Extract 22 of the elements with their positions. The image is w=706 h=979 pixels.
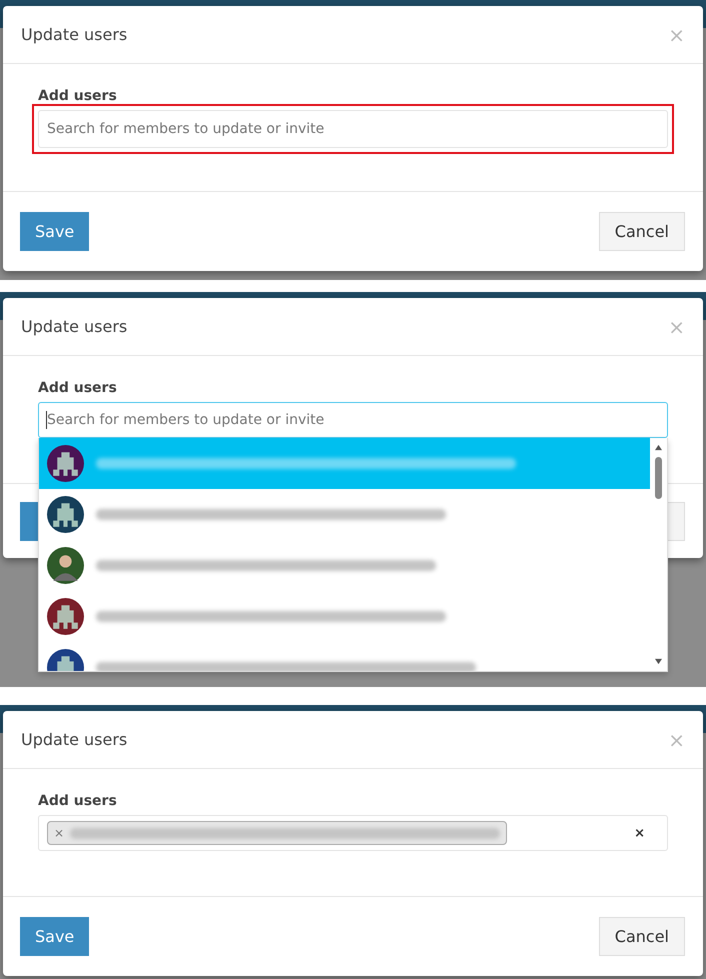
remove-button[interactable]: ×	[54, 826, 64, 840]
dialog-title: Update users	[21, 25, 128, 44]
field-label: Add users	[38, 793, 118, 809]
close-button[interactable]: ×	[668, 314, 685, 338]
text-cursor	[46, 411, 47, 429]
cancel-button[interactable]: Cancel	[598, 917, 685, 956]
clear-button[interactable]: ×	[634, 826, 645, 840]
user-option[interactable]	[39, 438, 650, 489]
save-button[interactable]: Save	[20, 212, 90, 251]
cancel-button[interactable]: Cancel	[598, 212, 685, 251]
save-button[interactable]: Save	[20, 917, 90, 956]
field-label: Add users	[38, 380, 118, 396]
search-field[interactable]: Search for members to update or invite	[38, 402, 668, 438]
close-button[interactable]: ×	[668, 22, 685, 46]
dialog-title: Update users	[21, 730, 128, 749]
field-label: Add users	[38, 88, 118, 104]
dialog-title: Update users	[21, 317, 128, 336]
users-field[interactable]: × ×	[38, 815, 668, 851]
scroll-up-icon[interactable]	[654, 444, 663, 451]
close-button[interactable]: ×	[668, 728, 685, 752]
scroll-down-icon[interactable]	[654, 658, 663, 665]
scrollbar-thumb[interactable]	[655, 457, 662, 499]
